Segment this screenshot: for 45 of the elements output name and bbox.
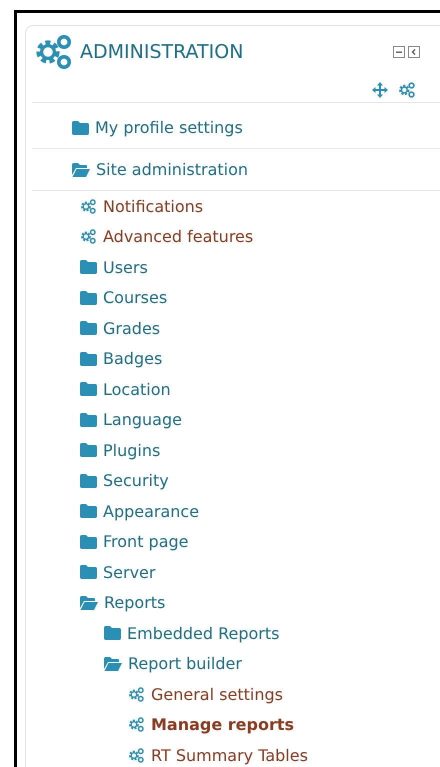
tree-item[interactable]: Users — [103, 258, 148, 277]
gears-icon — [80, 198, 97, 215]
folder-icon — [80, 474, 97, 488]
folder-icon — [80, 534, 97, 549]
tree-item[interactable]: Front page — [103, 532, 189, 552]
tree-item[interactable]: My profile settings — [95, 118, 243, 137]
tree-item[interactable]: Badges — [103, 349, 162, 368]
tree-item[interactable]: General settings — [151, 684, 283, 704]
folder-icon — [80, 260, 97, 274]
gears-icon — [80, 228, 97, 246]
gears-icon — [34, 32, 74, 72]
folder-icon — [80, 443, 97, 458]
tree-item[interactable]: Grades — [103, 318, 160, 338]
settings-icon[interactable] — [398, 81, 416, 99]
move-icon[interactable] — [372, 82, 388, 98]
tree-item[interactable]: Security — [103, 471, 169, 490]
tree-item[interactable]: Language — [103, 410, 182, 430]
tree-item[interactable]: Reports — [104, 593, 166, 612]
folder-icon — [104, 626, 121, 640]
tree-item[interactable]: Plugins — [103, 440, 160, 460]
dock-icon[interactable] — [408, 46, 420, 58]
tree-item[interactable]: Manage reports — [151, 715, 294, 734]
folder-icon — [80, 352, 97, 366]
tree-item[interactable]: Report builder — [128, 654, 242, 674]
folder-icon — [80, 382, 97, 396]
gears-icon — [128, 716, 145, 734]
folder-icon — [72, 120, 89, 134]
tree-item[interactable]: RT Summary Tables — [151, 746, 308, 765]
tree-item[interactable]: Appearance — [103, 502, 200, 521]
tree-item[interactable]: Advanced features — [103, 227, 254, 246]
tree-item[interactable]: Notifications — [103, 196, 204, 216]
tree-item[interactable]: Embedded Reports — [127, 624, 280, 643]
block-title: ADMINISTRATION — [80, 41, 244, 63]
minimize-icon[interactable] — [393, 46, 405, 58]
folder-icon — [80, 290, 97, 305]
folder-icon — [80, 412, 97, 427]
tree-item[interactable]: Site administration — [96, 160, 248, 179]
gears-icon — [128, 746, 145, 764]
tree-item[interactable]: Location — [103, 380, 171, 399]
gears-icon — [128, 686, 145, 703]
tree-item[interactable]: Server — [103, 562, 156, 582]
tree-item[interactable]: Courses — [103, 288, 168, 308]
folder-icon — [80, 565, 97, 580]
folder-icon — [80, 321, 97, 336]
folder-icon — [80, 504, 97, 518]
